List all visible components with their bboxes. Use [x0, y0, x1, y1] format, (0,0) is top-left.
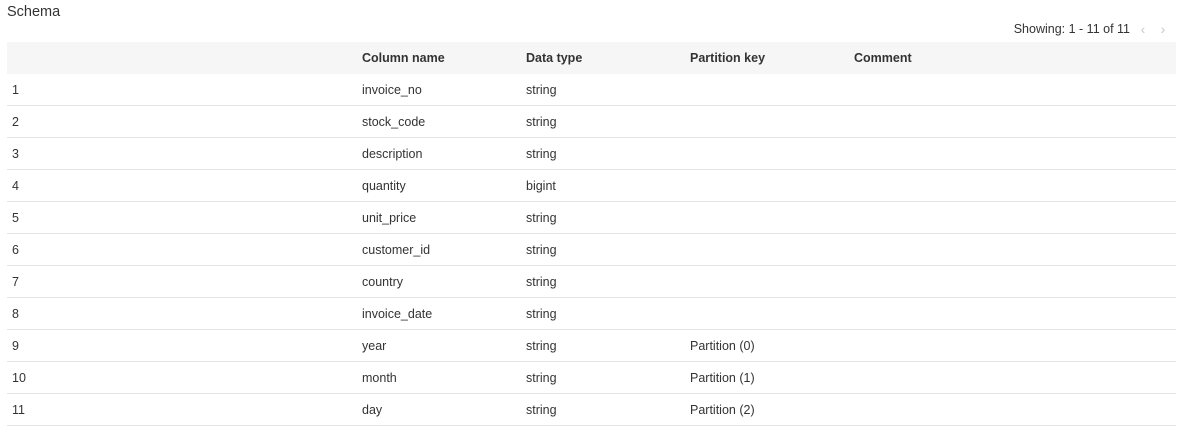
row-index: 10 — [7, 361, 357, 394]
data-type-cell: string — [521, 201, 685, 234]
chevron-left-icon[interactable]: ‹ — [1136, 21, 1150, 37]
table-row: 5 unit_price string — [7, 201, 1176, 234]
header-index — [7, 42, 357, 74]
comment-cell — [849, 297, 1176, 330]
table-row: 10 month string Partition (1) — [7, 361, 1176, 394]
row-index: 8 — [7, 297, 357, 330]
table-row: 8 invoice_date string — [7, 297, 1176, 330]
comment-cell — [849, 329, 1176, 362]
comment-cell — [849, 233, 1176, 266]
data-type-cell: string — [521, 297, 685, 330]
comment-cell — [849, 393, 1176, 426]
column-name-cell: country — [357, 265, 521, 298]
data-type-cell: bigint — [521, 169, 685, 202]
partition-key-cell: Partition (1) — [685, 361, 849, 394]
partition-key-cell — [685, 297, 849, 330]
schema-table: Column name Data type Partition key Comm… — [7, 42, 1176, 426]
data-type-cell: string — [521, 137, 685, 170]
table-row: 6 customer_id string — [7, 233, 1176, 266]
header-data-type[interactable]: Data type — [521, 42, 685, 74]
comment-cell — [849, 265, 1176, 298]
data-type-cell: string — [521, 329, 685, 362]
data-type-cell: string — [521, 74, 685, 106]
partition-key-cell — [685, 74, 849, 106]
column-name-cell: year — [357, 329, 521, 362]
table-row: 1 invoice_no string — [7, 74, 1176, 106]
column-name-cell: invoice_no — [357, 74, 521, 106]
partition-key-cell — [685, 137, 849, 170]
header-column-name[interactable]: Column name — [357, 42, 521, 74]
header-partition-key[interactable]: Partition key — [685, 42, 849, 74]
comment-cell — [849, 137, 1176, 170]
section-title: Schema — [7, 4, 61, 20]
column-name-cell: invoice_date — [357, 297, 521, 330]
partition-key-cell: Partition (0) — [685, 329, 849, 362]
column-name-cell: customer_id — [357, 233, 521, 266]
data-type-cell: string — [521, 105, 685, 138]
header-comment[interactable]: Comment — [849, 42, 1176, 74]
column-name-cell: quantity — [357, 169, 521, 202]
data-type-cell: string — [521, 265, 685, 298]
row-index: 5 — [7, 201, 357, 234]
row-index: 9 — [7, 329, 357, 362]
chevron-right-icon[interactable]: › — [1156, 21, 1170, 37]
column-name-cell: unit_price — [357, 201, 521, 234]
table-header-row: Column name Data type Partition key Comm… — [7, 42, 1176, 74]
row-index: 3 — [7, 137, 357, 170]
comment-cell — [849, 74, 1176, 106]
row-index: 7 — [7, 265, 357, 298]
column-name-cell: month — [357, 361, 521, 394]
data-type-cell: string — [521, 361, 685, 394]
comment-cell — [849, 169, 1176, 202]
data-type-cell: string — [521, 393, 685, 426]
table-row: 7 country string — [7, 265, 1176, 298]
table-row: 11 day string Partition (2) — [7, 393, 1176, 426]
partition-key-cell — [685, 105, 849, 138]
partition-key-cell — [685, 233, 849, 266]
table-row: 4 quantity bigint — [7, 169, 1176, 202]
row-index: 2 — [7, 105, 357, 138]
column-name-cell: day — [357, 393, 521, 426]
schema-table-body: 1 invoice_no string 2 stock_code string 3 descr… — [7, 74, 1176, 426]
comment-cell — [849, 201, 1176, 234]
row-index: 6 — [7, 233, 357, 266]
data-type-cell: string — [521, 233, 685, 266]
row-index: 1 — [7, 74, 357, 106]
partition-key-cell — [685, 201, 849, 234]
column-name-cell: description — [357, 137, 521, 170]
pagination: Showing: 1 - 11 of 11 ‹ › — [1014, 21, 1170, 37]
row-index: 4 — [7, 169, 357, 202]
column-name-cell: stock_code — [357, 105, 521, 138]
table-row: 9 year string Partition (0) — [7, 329, 1176, 362]
row-index: 11 — [7, 393, 357, 426]
comment-cell — [849, 105, 1176, 138]
comment-cell — [849, 361, 1176, 394]
table-row: 2 stock_code string — [7, 105, 1176, 138]
table-row: 3 description string — [7, 137, 1176, 170]
pagination-status: Showing: 1 - 11 of 11 — [1013, 22, 1130, 36]
partition-key-cell — [685, 169, 849, 202]
partition-key-cell: Partition (2) — [685, 393, 849, 426]
partition-key-cell — [685, 265, 849, 298]
